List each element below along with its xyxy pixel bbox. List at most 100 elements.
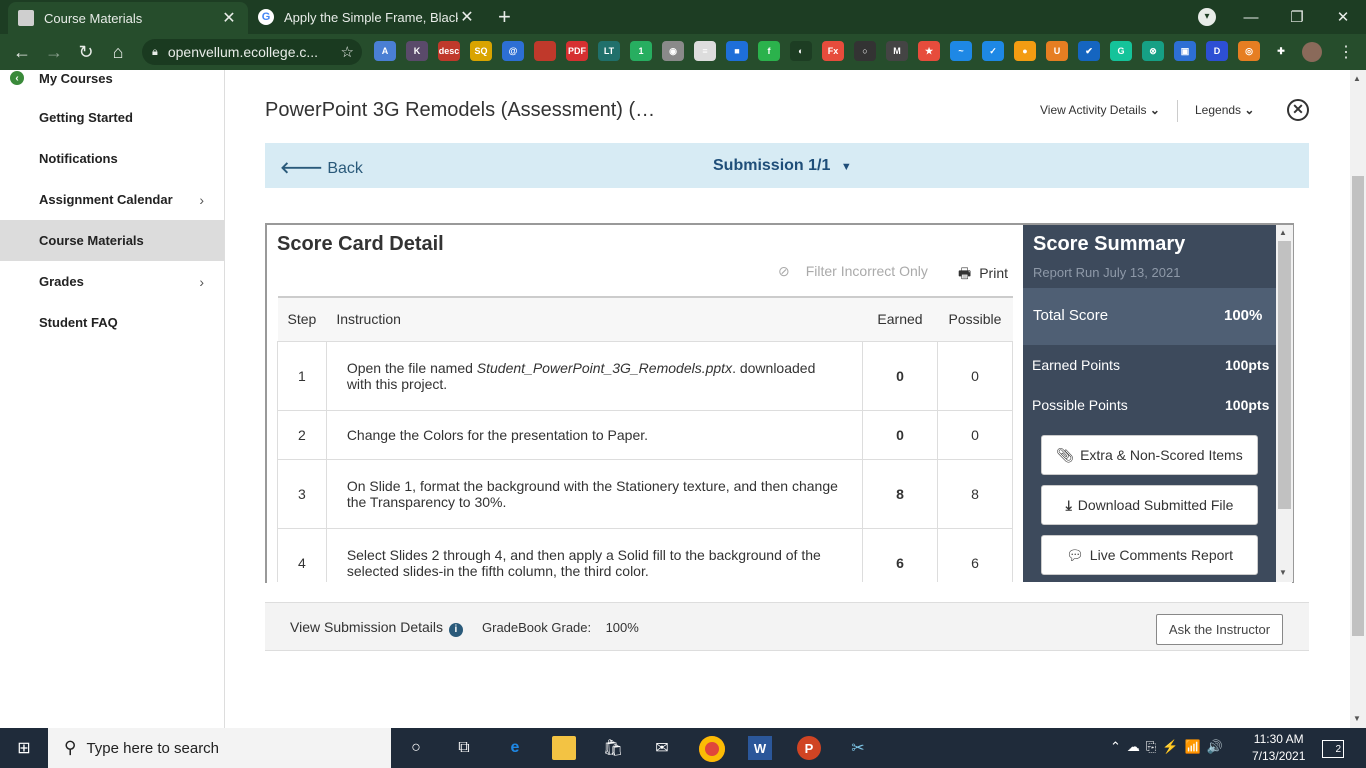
powerpoint-icon[interactable]: P	[797, 736, 821, 760]
ext-wave-icon[interactable]: ~	[950, 41, 972, 61]
ext-ring-icon[interactable]: ○	[854, 41, 876, 61]
reload-icon[interactable]: ↻	[70, 42, 102, 63]
ext-star-icon[interactable]: ★	[918, 41, 940, 61]
cortana-icon[interactable]: ○	[404, 736, 428, 760]
ext-swirl-icon[interactable]: ⊗	[1142, 41, 1164, 61]
ext-feedly-icon[interactable]: f	[758, 41, 780, 61]
page-icon	[18, 10, 34, 26]
view-submission-details-link[interactable]: View Submission Details i	[290, 619, 463, 637]
ext-desc-icon[interactable]: desc	[438, 41, 460, 61]
task-view-icon[interactable]: ⧉	[452, 736, 476, 760]
download-submitted-file-button[interactable]: ⤓ Download Submitted File	[1041, 485, 1258, 525]
close-window-icon[interactable]: ✕	[1320, 8, 1366, 26]
taskbar-clock[interactable]: 11:30 AM 7/13/2021	[1252, 731, 1305, 765]
chrome-taskbar-icon[interactable]	[699, 736, 725, 762]
home-icon[interactable]: ⌂	[102, 42, 134, 63]
sidebar-item-getting-started[interactable]: Getting Started	[0, 97, 224, 138]
page-scroll-down-icon[interactable]: ▼	[1353, 714, 1361, 723]
edge-icon[interactable]: e	[503, 736, 527, 760]
filter-incorrect-toggle[interactable]: ⊘ Filter Incorrect Only	[778, 263, 928, 280]
back-link[interactable]: 🡐 Back	[280, 157, 363, 178]
search-placeholder: Type here to search	[86, 739, 220, 757]
minimize-icon[interactable]: —	[1228, 9, 1274, 26]
back-arrow-icon[interactable]: ←	[6, 42, 38, 63]
earned-points-label: Earned Points	[1032, 357, 1120, 373]
ext-grammarly-icon[interactable]: G	[1110, 41, 1132, 61]
mail-icon[interactable]: ✉	[650, 736, 674, 760]
restore-icon[interactable]: ❐	[1274, 8, 1320, 26]
ext-bulb-icon[interactable]: ●	[1014, 41, 1036, 61]
sidebar-item-course-materials[interactable]: Course Materials	[0, 220, 224, 261]
ext-a-icon[interactable]: A	[374, 41, 396, 61]
ext-green-icon[interactable]: 1	[630, 41, 652, 61]
live-comments-report-button[interactable]: 💬︎ Live Comments Report	[1041, 535, 1258, 575]
ext-screen-icon[interactable]: ▣	[1174, 41, 1196, 61]
submission-dropdown[interactable]: Submission 1/1 ▼	[713, 157, 852, 175]
scroll-up-arrow-icon[interactable]: ▲	[1279, 228, 1287, 237]
print-button[interactable]: 🖶︎ Print	[958, 263, 1008, 287]
ext-chrome-icon[interactable]: ◎	[1238, 41, 1260, 61]
info-icon[interactable]: i	[448, 623, 463, 637]
windows-start-icon[interactable]: ⊞	[12, 736, 36, 760]
word-icon[interactable]: W	[748, 736, 772, 760]
browser-tab-course-materials[interactable]: Course Materials ✕	[8, 2, 248, 34]
my-courses-link[interactable]: ‹ My Courses	[10, 70, 113, 86]
ext-k-icon[interactable]: K	[406, 41, 428, 61]
sidebar-item-student-faq[interactable]: Student FAQ	[0, 302, 224, 343]
ext-blue-icon[interactable]: ■	[726, 41, 748, 61]
page-scrollbar-thumb[interactable]	[1352, 176, 1364, 636]
system-tray[interactable]: ⌃☁⎘⚡📶🔊	[1110, 739, 1229, 755]
file-explorer-icon[interactable]	[552, 736, 576, 760]
close-tab-icon[interactable]: ✕	[220, 8, 238, 28]
ext-red-icon[interactable]	[534, 41, 556, 61]
step-cell: 3	[277, 458, 327, 529]
ask-instructor-button[interactable]: Ask the Instructor	[1156, 614, 1283, 645]
close-tab-icon[interactable]: ✕	[458, 7, 476, 27]
submission-label: Submission 1/1	[713, 157, 831, 174]
profile-avatar[interactable]	[1302, 42, 1322, 62]
instruction-filename: Student_PowerPoint_3G_Remodels.pptx	[476, 359, 733, 376]
forward-arrow-icon[interactable]: →	[38, 42, 70, 63]
sidebar-item-label: Student FAQ	[39, 315, 118, 330]
ext-pdf-icon[interactable]: PDF	[566, 41, 588, 61]
notification-center-icon[interactable]: 2	[1322, 740, 1344, 758]
ext-doc-icon[interactable]: ≡	[694, 41, 716, 61]
close-circle-icon[interactable]: ✕	[1287, 99, 1309, 121]
browser-menu-icon[interactable]: ⋮	[1338, 42, 1354, 62]
ext-tick-icon[interactable]: ✔	[1078, 41, 1100, 61]
taskbar-search[interactable]: ⚲ Type here to search	[48, 728, 391, 768]
ext-circle-a-icon[interactable]: @	[502, 41, 524, 61]
tab-search-chevron-icon[interactable]: ▾	[1198, 8, 1216, 26]
browser-tab-apply-frame[interactable]: G Apply the Simple Frame, Black vi ✕	[248, 0, 486, 34]
scroll-down-arrow-icon[interactable]: ▼	[1279, 568, 1287, 577]
comments-label: Live Comments Report	[1089, 547, 1233, 563]
ext-m-icon[interactable]: M	[886, 41, 908, 61]
table-row: 3 On Slide 1, format the background with …	[277, 458, 1013, 529]
ext-puzzle-icon[interactable]: ✚	[1270, 41, 1292, 61]
address-bar[interactable]: 🔒︎ openvellum.ecollege.c... ☆	[142, 39, 362, 65]
ext-u-icon[interactable]: U	[1046, 41, 1068, 61]
ext-check-icon[interactable]: ✓	[982, 41, 1004, 61]
panel-scrollbar-thumb[interactable]	[1278, 241, 1291, 509]
bookmark-star-icon[interactable]: ☆	[341, 43, 354, 61]
sidebar-item-notifications[interactable]: Notifications	[0, 138, 224, 179]
earned-cell: 6	[862, 527, 938, 582]
ext-sq-icon[interactable]: SQ	[470, 41, 492, 61]
ext-d-icon[interactable]: D	[1206, 41, 1228, 61]
store-icon[interactable]: 🛍︎	[601, 736, 625, 760]
score-table-viewport[interactable]: Step Instruction Earned Possible 1 Open t…	[277, 296, 1013, 582]
new-tab-plus-icon[interactable]: +	[498, 5, 511, 29]
view-activity-details-dropdown[interactable]: View Activity Details ⌄	[1040, 103, 1160, 117]
snip-tool-icon[interactable]: ✂	[846, 736, 870, 760]
sidebar-item-assignment-calendar[interactable]: Assignment Calendar ›	[0, 179, 224, 220]
extra-non-scored-button[interactable]: 📎︎ Extra & Non-Scored Items	[1041, 435, 1258, 475]
legends-dropdown[interactable]: Legends ⌄	[1195, 103, 1254, 117]
ext-dark-icon[interactable]: ◐	[790, 41, 812, 61]
ext-globe-icon[interactable]: ◉	[662, 41, 684, 61]
page-scroll-up-icon[interactable]: ▲	[1353, 74, 1361, 83]
sidebar-item-grades[interactable]: Grades ›	[0, 261, 224, 302]
ext-lt-icon[interactable]: LT	[598, 41, 620, 61]
possible-points-number: 100pts	[1225, 397, 1270, 413]
step-cell: 4	[277, 527, 327, 582]
ext-fx-icon[interactable]: Fx	[822, 41, 844, 61]
